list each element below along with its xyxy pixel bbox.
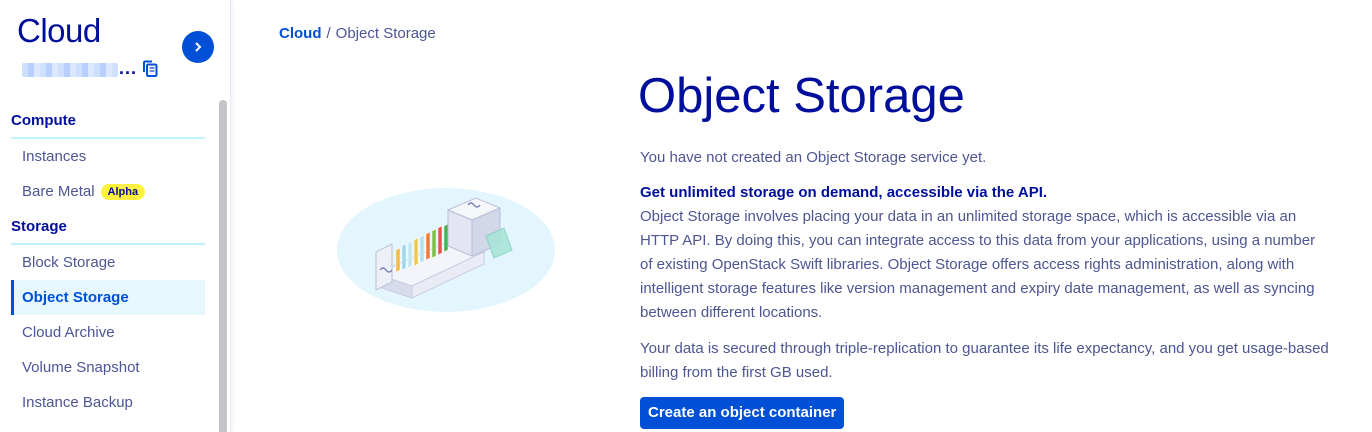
intro-text: You have not created an Object Storage s…: [640, 149, 987, 166]
copy-icon[interactable]: [142, 60, 159, 78]
sidebar-title: Cloud: [17, 12, 101, 49]
description-block: Get unlimited storage on demand, accessi…: [640, 181, 1330, 325]
sidebar-item-label: Bare Metal: [22, 183, 95, 200]
breadcrumb-separator: /: [326, 25, 331, 42]
project-id-ellipsis: ...: [119, 58, 138, 78]
page-title: Object Storage: [638, 69, 965, 123]
sidebar-item-object-storage[interactable]: Object Storage: [11, 280, 205, 315]
sidebar-item-instances[interactable]: Instances: [11, 139, 205, 174]
sidebar-item-instance-backup[interactable]: Instance Backup: [11, 385, 205, 420]
sidebar-item-label: Volume Snapshot: [22, 359, 140, 376]
sidebar-item-label: Instances: [22, 148, 87, 165]
sidebar-item-label: Cloud Archive: [22, 324, 115, 341]
sidebar-item-bare-metal[interactable]: Bare Metal Alpha: [11, 174, 205, 209]
sidebar-scrollbar[interactable]: [216, 96, 230, 432]
scrollbar-thumb[interactable]: [219, 100, 227, 432]
sidebar-item-label: Instance Backup: [22, 394, 133, 411]
sidebar-toggle-button[interactable]: [182, 31, 214, 63]
headline-text: Get unlimited storage on demand, accessi…: [640, 184, 1048, 201]
section-storage: Storage: [11, 218, 67, 235]
security-text: Your data is secured through triple-repl…: [640, 340, 1329, 381]
sidebar-item-volume-snapshot[interactable]: Volume Snapshot: [11, 350, 205, 385]
breadcrumb: Cloud / Object Storage: [279, 25, 436, 42]
description-text: Object Storage involves placing your dat…: [640, 208, 1316, 321]
breadcrumb-current: Object Storage: [335, 25, 436, 42]
create-object-container-button[interactable]: Create an object container: [640, 397, 845, 429]
chevron-right-icon: [195, 42, 202, 52]
sidebar-item-cloud-archive[interactable]: Cloud Archive: [11, 315, 205, 350]
object-storage-illustration: [337, 188, 555, 312]
sidebar-item-block-storage[interactable]: Block Storage: [11, 245, 205, 280]
sidebar-nav: Compute Instances Bare Metal Alpha Storag…: [0, 103, 216, 420]
sidebar-item-label: Object Storage: [22, 289, 129, 306]
alpha-badge: Alpha: [100, 184, 146, 200]
section-compute: Compute: [11, 112, 76, 129]
sidebar-item-label: Block Storage: [22, 254, 116, 271]
sidebar: Cloud ... Compute Instances Bare Metal Al…: [0, 0, 231, 432]
breadcrumb-cloud-link[interactable]: Cloud: [279, 25, 322, 42]
project-id-redacted: [22, 63, 118, 77]
